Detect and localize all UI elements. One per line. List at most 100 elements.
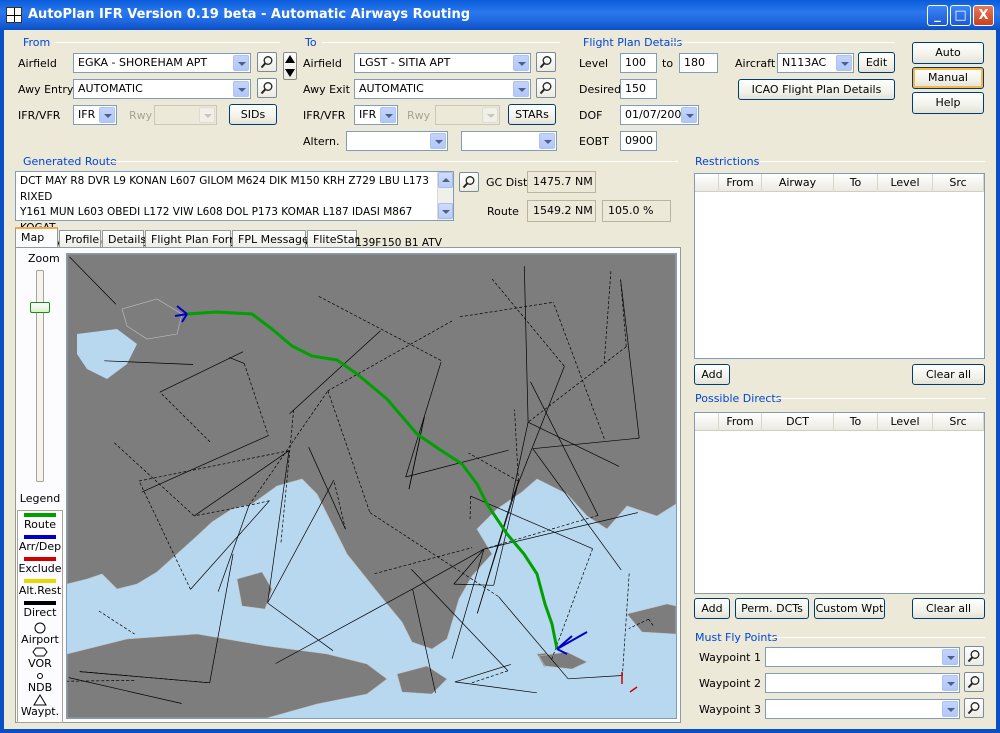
- from-ifr-combo[interactable]: IFR: [73, 105, 117, 125]
- tab-profile[interactable]: Profile: [59, 230, 101, 248]
- dof-value: 01/07/2009: [625, 108, 689, 121]
- chevron-down-icon[interactable]: [430, 133, 446, 149]
- perm-dcts-button[interactable]: Perm. DCTs: [735, 598, 809, 619]
- aircraft-combo[interactable]: N113AC: [777, 53, 854, 73]
- to-ifr-combo[interactable]: IFR: [354, 105, 398, 125]
- aircraft-edit-button[interactable]: Edit: [858, 52, 895, 73]
- tab-fpl-message[interactable]: FPL Message: [232, 230, 309, 248]
- chevron-down-icon[interactable]: [942, 649, 958, 665]
- from-airfield-combo[interactable]: EGKA - SHOREHAM APT: [73, 53, 251, 73]
- waypoint-combo[interactable]: [765, 673, 960, 693]
- directs-col-to[interactable]: To: [834, 413, 878, 431]
- title-bar[interactable]: AutoPlan IFR Version 0.19 beta - Automat…: [0, 0, 1000, 30]
- help-button[interactable]: Help: [912, 92, 984, 114]
- restrictions-group-label: Restrictions: [695, 155, 760, 168]
- scroll-down-button[interactable]: [438, 203, 453, 219]
- map-canvas[interactable]: [67, 254, 676, 718]
- waypoint-search-button[interactable]: [964, 646, 984, 666]
- restrictions-col-from[interactable]: From: [719, 174, 762, 192]
- directs-add-button[interactable]: Add: [694, 598, 730, 619]
- search-icon: [260, 82, 273, 95]
- restrictions-col-src[interactable]: Src: [933, 174, 984, 192]
- restrictions-col-level[interactable]: Level: [878, 174, 933, 192]
- restrictions-col-to[interactable]: To: [834, 174, 878, 192]
- manual-button[interactable]: Manual: [912, 67, 984, 89]
- search-icon: [539, 82, 552, 95]
- chevron-down-icon[interactable]: [233, 81, 249, 97]
- swap-from-to-button[interactable]: [283, 52, 297, 80]
- chevron-down-icon[interactable]: [233, 55, 249, 71]
- level-from-field[interactable]: 100: [620, 53, 657, 73]
- legend-swatch: [24, 601, 56, 605]
- chevron-down-icon[interactable]: [482, 107, 498, 123]
- gc-dist-label: GC Dist.: [486, 176, 531, 189]
- chevron-down-icon[interactable]: [942, 701, 958, 717]
- to-rwy-combo[interactable]: [435, 105, 500, 125]
- sids-button[interactable]: SIDs: [229, 104, 277, 125]
- directs-clear-button[interactable]: Clear all: [912, 598, 985, 619]
- awy-entry-combo[interactable]: AUTOMATIC: [73, 79, 251, 99]
- auto-button[interactable]: Auto: [912, 42, 984, 64]
- custom-wpt-button[interactable]: Custom Wpt: [814, 598, 885, 619]
- directs-col-dct[interactable]: DCT: [762, 413, 834, 431]
- zoom-slider-thumb[interactable]: [30, 302, 50, 313]
- chevron-down-icon[interactable]: [380, 107, 396, 123]
- icao-details-button[interactable]: ICAO Flight Plan Details: [738, 79, 895, 100]
- awy-exit-search-button[interactable]: [536, 78, 556, 98]
- from-rwy-combo[interactable]: [154, 105, 217, 125]
- to-airfield-search-button[interactable]: [536, 52, 556, 72]
- waypoint-search-button[interactable]: [964, 672, 984, 692]
- from-group-line: [54, 42, 280, 43]
- close-button[interactable]: X: [973, 5, 994, 26]
- chevron-down-icon[interactable]: [942, 675, 958, 691]
- tab-flitestar[interactable]: FliteStar: [307, 230, 359, 248]
- chevron-down-icon[interactable]: [199, 107, 215, 123]
- waypoint-combo[interactable]: [765, 699, 960, 719]
- chevron-down-icon[interactable]: [539, 133, 555, 149]
- directs-grid[interactable]: From DCT To Level Src: [694, 412, 985, 594]
- dof-date-picker[interactable]: 01/07/2009: [620, 105, 699, 125]
- to-airfield-combo[interactable]: LGST - SITIA APT: [354, 53, 531, 73]
- to-ifr-label: IFR/VFR: [303, 109, 346, 122]
- directs-group-line: [774, 398, 985, 399]
- directs-col-level[interactable]: Level: [878, 413, 933, 431]
- restrictions-col-airway[interactable]: Airway: [762, 174, 834, 192]
- directs-col-from[interactable]: From: [719, 413, 762, 431]
- from-airfield-search-button[interactable]: [257, 52, 277, 72]
- waypoint-combo[interactable]: [765, 647, 960, 667]
- mustfly-group-line: [771, 637, 985, 638]
- awy-exit-combo[interactable]: AUTOMATIC: [354, 79, 531, 99]
- route-search-button[interactable]: [459, 172, 479, 192]
- level-to-field[interactable]: 180: [679, 53, 718, 73]
- tab-flight-plan-form[interactable]: Flight Plan Form: [145, 230, 240, 248]
- eobt-field[interactable]: 0900: [620, 131, 657, 151]
- directs-col-src[interactable]: Src: [933, 413, 984, 431]
- altern2-combo[interactable]: [461, 131, 557, 151]
- tab-details[interactable]: Details: [102, 230, 146, 248]
- mustfly-group-label: Must Fly Points: [695, 631, 778, 644]
- route-text-box[interactable]: DCT MAY R8 DVR L9 KONAN L607 GILOM M624 …: [15, 171, 454, 249]
- minimize-button[interactable]: _: [927, 5, 948, 26]
- route-scrollbar[interactable]: [437, 172, 453, 220]
- maximize-button[interactable]: □: [950, 5, 971, 26]
- desired-field[interactable]: 150: [620, 79, 657, 99]
- map-view[interactable]: [66, 253, 677, 719]
- tab-map[interactable]: Map: [15, 227, 58, 248]
- chevron-down-icon[interactable]: [513, 55, 529, 71]
- waypoint-search-button[interactable]: [964, 698, 984, 718]
- chevron-down-icon[interactable]: [99, 107, 115, 123]
- chevron-down-icon[interactable]: [513, 81, 529, 97]
- zoom-label: Zoom: [28, 252, 60, 265]
- restrictions-col-blank: [695, 174, 719, 192]
- altern-combo[interactable]: [346, 131, 448, 151]
- awy-entry-search-button[interactable]: [257, 78, 277, 98]
- scroll-up-button[interactable]: [438, 172, 453, 188]
- restrictions-grid[interactable]: From Airway To Level Src: [694, 173, 985, 359]
- chevron-down-icon[interactable]: [681, 107, 697, 123]
- chevron-down-icon[interactable]: [836, 55, 852, 71]
- restrictions-add-button[interactable]: Add: [694, 364, 730, 385]
- awy-exit-label: Awy Exit: [303, 83, 350, 96]
- restrictions-clear-button[interactable]: Clear all: [912, 364, 985, 385]
- legend-swatch: [24, 535, 56, 539]
- stars-button[interactable]: STARs: [508, 104, 556, 125]
